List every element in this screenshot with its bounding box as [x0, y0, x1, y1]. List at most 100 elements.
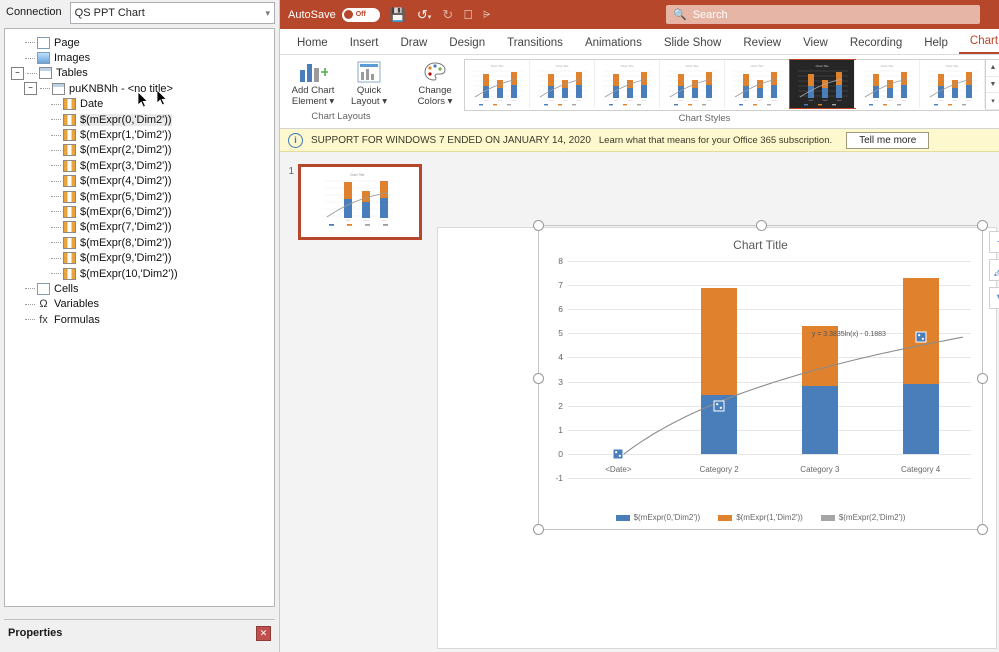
undo-icon[interactable]: ↺▾ — [417, 7, 431, 23]
legend-swatch — [718, 514, 733, 521]
chart-style-thumb[interactable]: Chart Title Cat 2 Cat 3 Cat 4 — [855, 60, 920, 108]
tree-node[interactable]: Page — [5, 35, 274, 50]
tab-home[interactable]: Home — [286, 34, 339, 54]
tree-node[interactable]: $(mExpr(9,'Dim2')) — [5, 250, 274, 265]
chart-style-thumb[interactable]: Chart Title Cat 2 Cat 3 Cat 4 — [789, 59, 856, 109]
tree-node[interactable]: $(mExpr(0,'Dim2')) — [5, 112, 274, 127]
gallery-nav: ▲ ▼ ▾ — [985, 60, 999, 111]
selection-marker[interactable] — [612, 448, 624, 460]
tree-node[interactable]: Images — [5, 50, 274, 65]
tab-draw[interactable]: Draw — [389, 34, 438, 54]
change-colors-button[interactable]: Change Colors ▾ — [408, 57, 462, 107]
tab-help[interactable]: Help — [913, 34, 959, 54]
legend-label: $(mExpr(1,'Dim2')) — [736, 513, 803, 522]
chart-style-thumb[interactable]: Chart Title Cat 2 Cat 3 Cat 4 — [660, 60, 725, 108]
tell-me-more-button[interactable]: Tell me more — [846, 131, 930, 149]
chart-legend[interactable]: $(mExpr(0,'Dim2')) $(mExpr(1,'Dim2')) $(mE… — [538, 513, 983, 522]
tree-node[interactable]: $(mExpr(8,'Dim2')) — [5, 235, 274, 250]
properties-panel: Properties ✕ — [4, 619, 275, 646]
chart-style-thumb[interactable]: Chart Title Cat 2 Cat 3 Cat 4 — [530, 60, 595, 108]
save-icon[interactable]: 💾 — [390, 7, 406, 23]
tree-node[interactable]: fx Formulas — [5, 312, 274, 327]
tree-node-label: Date — [80, 98, 104, 111]
tab-animations[interactable]: Animations — [574, 34, 653, 54]
tree-node[interactable]: $(mExpr(5,'Dim2')) — [5, 189, 274, 204]
collapse-icon[interactable]: − — [11, 66, 24, 80]
tree-node[interactable]: Ω Variables — [5, 297, 274, 312]
search-input[interactable]: 🔍 Search — [666, 5, 980, 24]
chart-style-preview: Chart Title Cat 2 Cat 3 Cat 4 — [603, 64, 653, 106]
fx-icon: fx — [39, 313, 48, 326]
cells-icon — [37, 282, 50, 295]
chart-elements-icon[interactable]: + — [989, 231, 999, 253]
close-icon[interactable]: ✕ — [256, 625, 271, 641]
tab-recording[interactable]: Recording — [839, 34, 913, 54]
tree-node[interactable]: − Tables — [5, 66, 274, 81]
svg-text:Chart Title: Chart Title — [751, 64, 764, 68]
properties-title: Properties — [8, 627, 63, 639]
tab-review[interactable]: Review — [732, 34, 792, 54]
tab-chart-design[interactable]: Chart Design — [958, 32, 999, 54]
chart-title[interactable]: Chart Title — [538, 238, 983, 252]
chart-style-thumb[interactable]: Chart Title Cat 2 Cat 3 Cat 4 — [465, 60, 530, 108]
selection-marker[interactable] — [713, 400, 725, 412]
tree-node[interactable]: $(mExpr(4,'Dim2')) — [5, 174, 274, 189]
y-axis-tick-label: 7 — [558, 280, 563, 291]
field-icon — [63, 236, 76, 249]
resize-handle-se[interactable] — [977, 524, 988, 535]
slide-list-item[interactable]: 1 Chart Title Cat 2 Cat 3 Cat 4 — [280, 164, 428, 240]
tree-node[interactable]: $(mExpr(6,'Dim2')) — [5, 204, 274, 219]
tab-transitions[interactable]: Transitions — [496, 34, 574, 54]
canvas-area: Chart Title 8 7 6 5 4 3 2 1 0 -1 <Date> Category 2C… — [428, 159, 999, 652]
scroll-up-icon[interactable]: ▲ — [986, 60, 999, 77]
chart-object[interactable]: Chart Title 8 7 6 5 4 3 2 1 0 -1 <Date> Category 2C… — [533, 220, 999, 535]
chart-plot-area[interactable]: 8 7 6 5 4 3 2 1 0 -1 <Date> Category 2 Category 3 Cat… — [555, 256, 971, 483]
chart-filters-icon[interactable]: ▼ — [989, 287, 999, 309]
scroll-down-icon[interactable]: ▼ — [986, 77, 999, 94]
selection-marker[interactable] — [915, 331, 927, 343]
tree-node[interactable]: $(mExpr(2,'Dim2')) — [5, 143, 274, 158]
chart-style-thumb[interactable]: Chart Title Cat 2 Cat 3 Cat 4 — [920, 60, 985, 108]
quick-layout-button[interactable]: Quick Layout ▾ — [342, 57, 396, 107]
slide-thumbnail[interactable]: Chart Title Cat 2 Cat 3 Cat 4 — [298, 164, 422, 240]
add-chart-element-button[interactable]: Add Chart Element ▾ — [286, 57, 340, 107]
tree-node[interactable]: $(mExpr(1,'Dim2')) — [5, 127, 274, 142]
info-icon: i — [288, 132, 303, 148]
tab-slide-show[interactable]: Slide Show — [653, 34, 733, 54]
object-tree[interactable]: Page Images − Tables − puKNBNh - <no title> Da… — [4, 28, 275, 607]
tree-node[interactable]: Cells — [5, 281, 274, 296]
slide-canvas[interactable]: Chart Title 8 7 6 5 4 3 2 1 0 -1 <Date> Category 2C… — [438, 220, 999, 648]
tab-design[interactable]: Design — [438, 34, 496, 54]
tree-node[interactable]: $(mExpr(10,'Dim2')) — [5, 266, 274, 281]
trendline-equation[interactable]: y = 3.3835ln(x) - 0.1883 — [812, 331, 886, 338]
slide-thumbnail-pane[interactable]: 1 Chart Title Cat 2 Cat 3 Cat 4 — [280, 159, 428, 652]
tree-node[interactable]: $(mExpr(3,'Dim2')) — [5, 158, 274, 173]
resize-handle-sw[interactable] — [533, 524, 544, 535]
more-styles-icon[interactable]: ▾ — [986, 93, 999, 111]
application-window: Connection QS PPT Chart ▾ Page Images − Tab… — [0, 0, 999, 652]
legend-item[interactable]: $(mExpr(0,'Dim2')) — [615, 513, 700, 522]
svg-text:Chart Title: Chart Title — [946, 64, 959, 68]
resize-handle-w[interactable] — [533, 372, 544, 384]
redo-icon[interactable]: ↻ — [442, 7, 453, 23]
resize-handle-e[interactable] — [977, 372, 988, 384]
y-axis-tick-label: 0 — [558, 448, 563, 459]
chart-styles-gallery[interactable]: Chart Title Cat 2 Cat 3 Cat 4 Chart Title Cat… — [464, 59, 999, 111]
resize-handle-nw[interactable] — [533, 220, 544, 231]
tree-node[interactable]: $(mExpr(7,'Dim2')) — [5, 220, 274, 235]
tab-view[interactable]: View — [792, 34, 839, 54]
chart-style-thumb[interactable]: Chart Title Cat 2 Cat 3 Cat 4 — [725, 60, 790, 108]
present-icon[interactable]: ⎕ — [464, 7, 472, 23]
resize-handle-n[interactable] — [755, 220, 767, 231]
legend-item[interactable]: $(mExpr(1,'Dim2')) — [718, 513, 803, 522]
chart-styles-icon[interactable]: 🖌 — [989, 259, 999, 281]
connection-select[interactable]: QS PPT Chart ▾ — [69, 2, 275, 24]
collapse-icon[interactable]: − — [24, 82, 37, 96]
more-icon[interactable]: ⩥ — [483, 9, 490, 20]
trendline[interactable] — [568, 261, 971, 478]
autosave-toggle[interactable]: Off — [341, 7, 380, 22]
legend-item[interactable]: $(mExpr(2,'Dim2')) — [820, 513, 905, 522]
chart-style-thumb[interactable]: Chart Title Cat 2 Cat 3 Cat 4 — [595, 60, 660, 108]
resize-handle-ne[interactable] — [977, 220, 988, 231]
tab-insert[interactable]: Insert — [339, 34, 390, 54]
